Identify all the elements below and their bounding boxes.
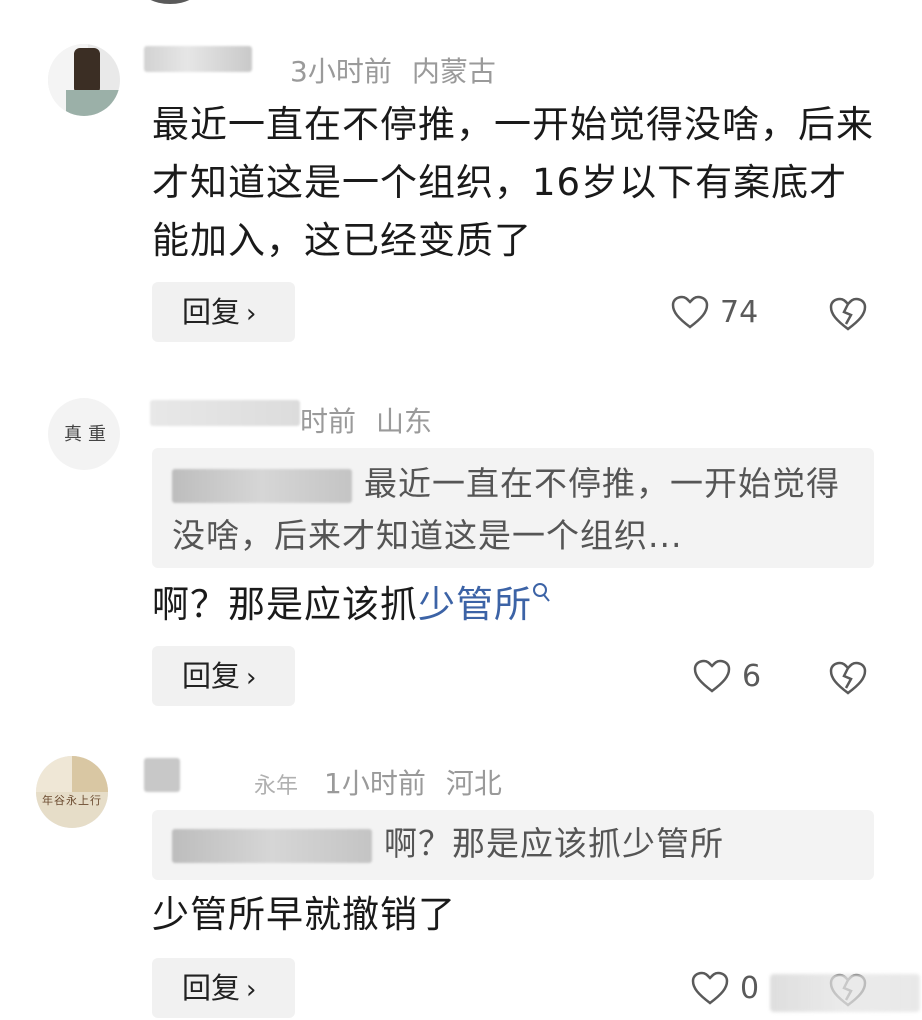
reply-button[interactable]: 回复 › <box>152 958 295 1018</box>
like-count: 0 <box>740 970 760 1006</box>
heart-outline-icon <box>691 971 729 1005</box>
broken-heart-icon[interactable] <box>828 294 868 334</box>
search-link[interactable]: 少管所 <box>418 583 552 626</box>
search-link-label: 少管所 <box>418 583 532 626</box>
reply-label: 回复 <box>182 659 241 693</box>
comment-text-main: 啊？那是应该抓 <box>152 583 418 626</box>
watermark <box>770 974 920 1012</box>
heart-outline-icon <box>671 295 709 329</box>
comment-text: 啊？那是应该抓少管所 <box>152 576 882 634</box>
username-redacted[interactable] <box>144 46 252 72</box>
quoted-username-redacted <box>172 828 372 863</box>
comment-meta: 永年 1小时前 河北 <box>254 762 522 802</box>
heart-outline-icon <box>693 659 731 693</box>
like-button[interactable]: 0 <box>690 968 759 1008</box>
like-button[interactable]: 74 <box>670 292 758 332</box>
like-button[interactable]: 6 <box>692 656 761 696</box>
location: 河北 <box>445 767 502 800</box>
comment-text: 少管所早就撤销了 <box>152 893 456 936</box>
quoted-username-redacted <box>172 468 352 503</box>
comment-text: 最近一直在不停推，一开始觉得没啥，后来才知道这是一个组织，16岁以下有案底才能加… <box>152 103 874 262</box>
comment-meta: 3小时前 内蒙古 <box>290 50 516 90</box>
reply-button[interactable]: 回复 › <box>152 646 295 706</box>
timestamp: 1小时前 <box>324 767 426 800</box>
username-redacted[interactable] <box>150 400 300 426</box>
quoted-comment[interactable]: 最近一直在不停推，一开始觉得没啥，后来才知道这是一个组织... <box>152 448 874 568</box>
chevron-right-icon: › <box>246 299 257 329</box>
reply-label: 回复 <box>182 295 241 329</box>
previous-avatar-fragment <box>140 0 200 4</box>
avatar[interactable]: 年谷永上行 <box>36 756 108 828</box>
chevron-right-icon: › <box>246 975 257 1005</box>
username-partial: 永年 <box>254 774 299 799</box>
broken-heart-icon[interactable] <box>828 658 868 698</box>
avatar[interactable] <box>48 44 120 116</box>
comment-meta: 时前 山东 <box>300 400 452 440</box>
like-count: 6 <box>742 658 762 694</box>
like-count: 74 <box>720 294 759 330</box>
quoted-comment[interactable]: 啊？那是应该抓少管所 <box>152 810 874 880</box>
username-redacted[interactable] <box>144 758 180 792</box>
location: 山东 <box>376 405 433 438</box>
reply-button[interactable]: 回复 › <box>152 282 295 342</box>
quoted-text: 啊？那是应该抓少管所 <box>384 824 724 863</box>
reply-label: 回复 <box>182 971 241 1005</box>
location: 内蒙古 <box>411 55 496 88</box>
search-icon <box>533 583 550 602</box>
timestamp-partial: 时前 <box>300 405 357 438</box>
timestamp: 3小时前 <box>290 55 392 88</box>
chevron-right-icon: › <box>246 663 257 693</box>
avatar[interactable]: 真重 <box>48 398 120 470</box>
